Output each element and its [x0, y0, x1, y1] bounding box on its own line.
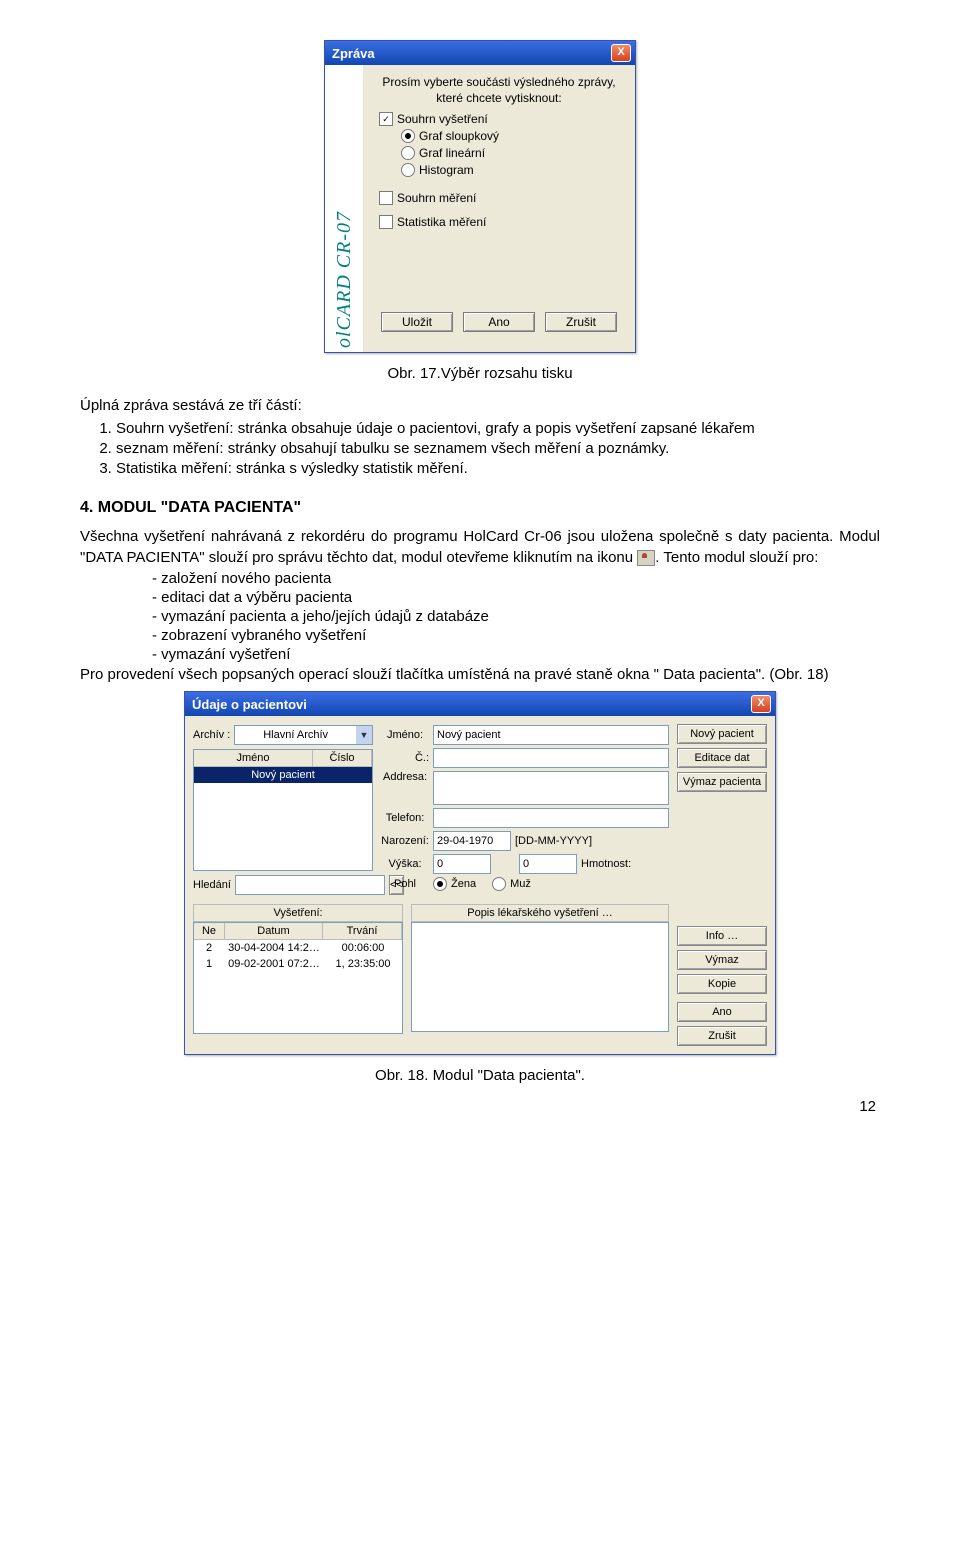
label-jmeno: Jméno:: [381, 729, 429, 741]
cancel-button[interactable]: Zrušit: [677, 1026, 767, 1046]
page-number: 12: [80, 1098, 880, 1115]
label-archiv: Archív :: [193, 729, 230, 741]
figure-caption-17: Obr. 17.Výběr rozsahu tisku: [80, 365, 880, 382]
archive-dropdown[interactable]: Hlavní Archív▼: [234, 725, 373, 745]
dialog-titlebar: Údaje o pacientovi X: [185, 692, 775, 716]
save-button[interactable]: Uložit: [381, 312, 453, 332]
product-logo: olCARD CR-07: [325, 65, 363, 352]
weight-field[interactable]: [519, 854, 577, 874]
label-telefon: Telefon:: [381, 812, 429, 824]
label-adresa: Addresa:: [381, 771, 429, 783]
list-item: vymazání pacienta a jeho/jejích údajů z …: [152, 608, 880, 625]
label-hledani: Hledání: [193, 879, 231, 891]
edit-data-button[interactable]: Editace dat: [677, 748, 767, 768]
section-heading: 4. MODUL "DATA PACIENTA": [80, 499, 880, 517]
phone-field[interactable]: [433, 808, 669, 828]
height-field[interactable]: [433, 854, 491, 874]
paragraph-buttons: Pro provedení všech popsaných operací sl…: [80, 665, 880, 685]
chevron-down-icon: ▼: [356, 726, 372, 744]
exam-listbox[interactable]: Ne Datum Trvání 2 30-04-2004 14:2… 00:06…: [193, 922, 403, 1034]
birth-field[interactable]: [433, 831, 511, 851]
checkbox-statistika-mereni[interactable]: Statistika měření: [379, 215, 625, 229]
radio-zena[interactable]: [433, 877, 447, 891]
label-c: Č.:: [381, 752, 429, 764]
label-pohl: Pohl: [381, 878, 429, 890]
radio-muz[interactable]: [492, 877, 506, 891]
list-item: editaci dat a výběru pacienta: [152, 589, 880, 606]
figure-caption-18: Obr. 18. Modul "Data pacienta".: [80, 1067, 880, 1084]
list-item: vymazání vyšetření: [152, 646, 880, 663]
exam-section-label: Vyšetření:: [193, 904, 403, 922]
new-patient-button[interactable]: Nový pacient: [677, 724, 767, 744]
patient-data-icon: [637, 550, 655, 566]
checkbox-souhrn-vysetreni[interactable]: ✓Souhrn vyšetření: [379, 112, 625, 126]
info-button[interactable]: Info …: [677, 926, 767, 946]
address-field[interactable]: [433, 771, 669, 805]
label-vyska: Výška:: [381, 858, 429, 870]
close-icon[interactable]: X: [611, 44, 631, 62]
list-item: zobrazení vybraného vyšetření: [152, 627, 880, 644]
label-hmotnost: Hmotnost:: [581, 858, 631, 870]
table-row[interactable]: 1 09-02-2001 07:2… 1, 23:35:00: [194, 956, 402, 972]
close-icon[interactable]: X: [751, 695, 771, 713]
checkbox-souhrn-mereni[interactable]: Souhrn měření: [379, 191, 625, 205]
delete-exam-button[interactable]: Výmaz: [677, 950, 767, 970]
list-item: Souhrn vyšetření: stránka obsahuje údaje…: [116, 420, 880, 437]
list-item[interactable]: Nový pacient: [194, 767, 372, 783]
radio-histogram[interactable]: Histogram: [401, 163, 625, 177]
dialog-prompt: Prosím vyberte součásti výsledného zpráv…: [373, 75, 625, 106]
list-item: seznam měření: stránky obsahují tabulku …: [116, 440, 880, 457]
dialog-title: Údaje o pacientovi: [192, 697, 307, 712]
list-item: Statistika měření: stránka s výsledky st…: [116, 460, 880, 477]
print-scope-dialog: Zpráva X olCARD CR-07 Prosím vyberte sou…: [324, 40, 636, 353]
dialog-title: Zpráva: [332, 46, 375, 61]
patient-listbox[interactable]: Jméno Číslo Nový pacient: [193, 749, 373, 871]
name-field[interactable]: [433, 725, 669, 745]
exam-description-field[interactable]: [411, 922, 669, 1032]
copy-button[interactable]: Kopie: [677, 974, 767, 994]
yes-button[interactable]: Ano: [677, 1002, 767, 1022]
delete-patient-button[interactable]: Výmaz pacienta: [677, 772, 767, 792]
table-row[interactable]: 2 30-04-2004 14:2… 00:06:00: [194, 940, 402, 956]
patient-data-dialog: Údaje o pacientovi X Archív :: [184, 691, 776, 1055]
desc-section-label: Popis lékařského vyšetření …: [411, 904, 669, 922]
paragraph-module: Všechna vyšetření nahrávaná z rekordéru …: [80, 527, 880, 568]
dash-list: založení nového pacienta editaci dat a v…: [152, 570, 880, 663]
label-narozeni: Narození:: [381, 835, 429, 847]
radio-graf-linearni[interactable]: Graf lineární: [401, 146, 625, 160]
list-item: založení nového pacienta: [152, 570, 880, 587]
radio-graf-sloupkovy[interactable]: Graf sloupkový: [401, 129, 625, 143]
paragraph-intro: Úplná zpráva sestává ze tří částí:: [80, 396, 880, 416]
search-input[interactable]: [235, 875, 385, 895]
yes-button[interactable]: Ano: [463, 312, 535, 332]
numbered-list: Souhrn vyšetření: stránka obsahuje údaje…: [116, 420, 880, 477]
birth-format: [DD-MM-YYYY]: [515, 835, 592, 847]
dialog-titlebar: Zpráva X: [325, 41, 635, 65]
cancel-button[interactable]: Zrušit: [545, 312, 617, 332]
id-field[interactable]: [433, 748, 669, 768]
